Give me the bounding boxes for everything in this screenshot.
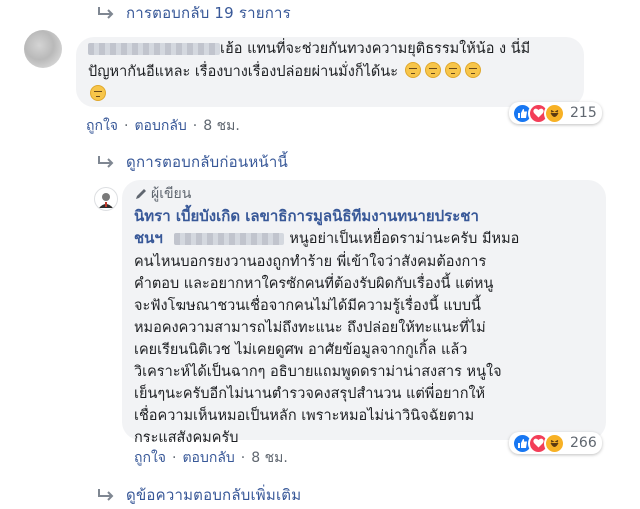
page-name-line1[interactable]: นิทรา เบี้ยบังเกิด เลขาธิการมูลนิธิทีมงา… <box>134 207 479 225</box>
avatar[interactable] <box>24 30 62 68</box>
view-more-replies-label[interactable]: ดูข้อความตอบกลับเพิ่มเติม <box>126 483 301 507</box>
haha-reaction-icon <box>544 432 565 454</box>
view-replies-link[interactable]: การตอบกลับ 19 รายการ <box>96 1 291 25</box>
comment-text-line: วิเคราะห์ได้เป็นฉากๆ อธิบายแถมพูดดราม่าน… <box>134 364 502 380</box>
comment-text-line: เย็นๆนะครับอีกไม่นานตำรวจคงสรุปสำนวน แต่… <box>134 386 486 402</box>
emoji-icon <box>444 62 461 78</box>
reply-arrow-icon <box>98 489 114 501</box>
reaction-count: 215 <box>570 105 597 121</box>
comment-text-line1: เฮ้อ แทนที่จะช่วยกันทวงความยุติธรรมให้น้… <box>220 41 531 57</box>
comment-text-line: คำตอบ และอยากหาใครซักคนที่ต้องรับผิดกับเ… <box>134 276 494 292</box>
commenter-name[interactable] <box>88 43 220 55</box>
separator-dot: · <box>192 118 198 134</box>
mentioned-name[interactable] <box>174 232 285 245</box>
reaction-summary[interactable]: 266 <box>509 432 602 454</box>
comment-bubble: ผู้เขียน นิทรา เบี้ยบังเกิด เลขาธิการมูล… <box>122 180 606 446</box>
author-badge-label: ผู้เขียน <box>151 186 192 202</box>
page-name-line2[interactable]: ชนฯ <box>134 229 163 247</box>
author-badge: ผู้เขียน <box>134 183 191 205</box>
separator-dot: · <box>172 450 177 466</box>
separator-dot: · <box>124 118 129 134</box>
view-more-replies-link[interactable]: ดูข้อความตอบกลับเพิ่มเติม <box>96 483 301 507</box>
reply-arrow-icon <box>98 7 114 19</box>
reply-button[interactable]: ตอบกลับ <box>134 115 186 137</box>
reaction-summary[interactable]: 215 <box>509 102 602 124</box>
page-name[interactable]: นิทรา เบี้ยบังเกิด เลขาธิการมูลนิธิทีมงา… <box>134 205 604 251</box>
view-previous-replies-link[interactable]: ดูการตอบกลับก่อนหน้านี้ <box>96 150 288 174</box>
comment-text-line: หมอคงความสามารถไม่ถึงทะแนะ ถึงปล่อยให้ทะ… <box>134 320 486 336</box>
comment-bubble: เฮ้อ แทนที่จะช่วยกันทวงความยุติธรรมให้น้… <box>76 37 584 107</box>
timestamp[interactable]: 8 ชม. <box>251 447 288 469</box>
comment-text-line: คนไหนบอกรยงวานองถูกทำร้าย พี่เข้าใจว่าสั… <box>134 254 487 270</box>
page-avatar[interactable] <box>94 187 118 211</box>
reply-arrow-icon <box>98 156 114 168</box>
comment-text-line: เคยเรียนนิติเวช ไม่เคยดูศพ อาศัยข้อมูลจา… <box>134 342 468 358</box>
separator-dot: · <box>240 450 246 466</box>
comment-text-line: จะฟังโฆษณาชวนเชื่อจากคนไม่ได้มีความรู้เร… <box>134 298 481 314</box>
like-button[interactable]: ถูกใจ <box>134 447 166 469</box>
comment-text-line2: ปัญหากันอีแหละ เรื่องบางเรื่องปล่อยผ่านม… <box>88 64 399 80</box>
timestamp[interactable]: 8 ชม. <box>203 115 240 137</box>
emoji-icon <box>404 62 421 78</box>
reply-button[interactable]: ตอบกลับ <box>182 447 234 469</box>
view-replies-label[interactable]: การตอบกลับ 19 รายการ <box>126 1 291 25</box>
emoji-icon <box>90 85 106 101</box>
reaction-count: 266 <box>570 435 597 451</box>
comment-actions: ถูกใจ · ตอบกลับ · 8 ชม. <box>86 115 240 137</box>
emoji-icon <box>424 62 441 78</box>
view-previous-replies-label[interactable]: ดูการตอบกลับก่อนหน้านี้ <box>126 150 288 174</box>
emoji-icon <box>464 62 481 78</box>
pencil-icon <box>136 189 146 199</box>
comment-text-line: เชื่อความเห็นหมอเป็นหลัก เพราะหมอไม่น่าว… <box>134 408 475 424</box>
like-button[interactable]: ถูกใจ <box>86 115 118 137</box>
comment-text-line1: หนูอย่าเป็นเหยื่อดราม่านะครับ มีหมอ <box>289 231 520 247</box>
haha-reaction-icon <box>544 102 565 124</box>
comment-actions: ถูกใจ · ตอบกลับ · 8 ชม. <box>134 447 288 469</box>
